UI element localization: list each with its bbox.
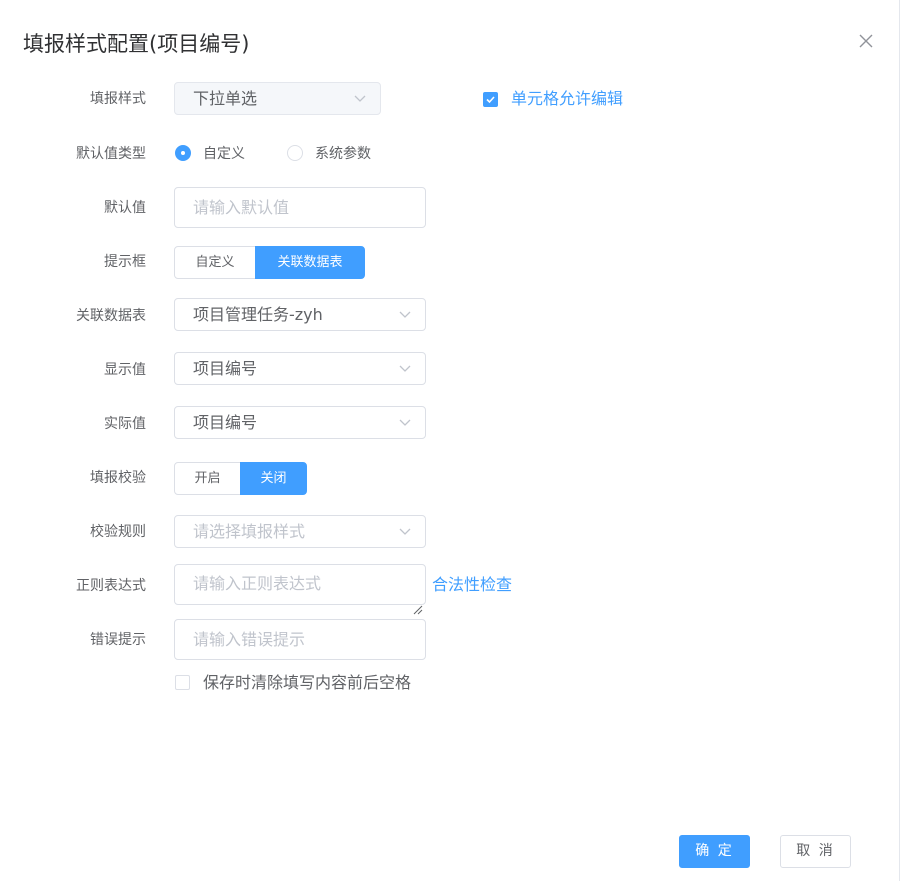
display-value-select[interactable]: 项目编号 [174, 352, 426, 385]
fill-style-select[interactable]: 下拉单选 [174, 82, 381, 115]
close-icon[interactable] [856, 31, 876, 51]
check-icon [486, 96, 495, 104]
fill-style-value: 下拉单选 [193, 89, 258, 108]
cancel-button[interactable]: 取 消 [780, 835, 851, 868]
display-value-value: 项目编号 [193, 359, 258, 378]
chevron-down-icon [399, 365, 411, 373]
radio-custom[interactable] [175, 145, 191, 161]
config-dialog: 填报样式配置(项目编号) 填报样式 下拉单选 单元格允许编辑 默认值类型 自定义… [0, 0, 900, 881]
regex-label: 正则表达式 [76, 578, 146, 594]
validation-rule-select[interactable]: 请选择填报样式 [174, 515, 426, 548]
trim-on-save-label[interactable]: 保存时清除填写内容前后空格 [203, 672, 411, 694]
error-hint-input[interactable]: 请输入错误提示 [174, 619, 426, 660]
linked-table-label: 关联数据表 [76, 308, 146, 324]
hint-box-label: 提示框 [104, 254, 146, 270]
error-hint-placeholder: 请输入错误提示 [193, 630, 306, 649]
default-type-label: 默认值类型 [76, 146, 146, 162]
display-value-label: 显示值 [104, 362, 146, 378]
validation-label: 填报校验 [90, 470, 146, 486]
cell-editable-checkbox[interactable] [483, 92, 498, 107]
validation-on-button[interactable]: 开启 [174, 462, 241, 495]
default-value-label: 默认值 [104, 200, 146, 216]
linked-table-select[interactable]: 项目管理任务-zyh [174, 298, 426, 331]
chevron-down-icon [399, 311, 411, 319]
actual-value-label: 实际值 [104, 416, 146, 432]
chevron-down-icon [399, 528, 411, 536]
hint-custom-button[interactable]: 自定义 [174, 246, 256, 279]
regex-placeholder: 请输入正则表达式 [193, 574, 322, 593]
linked-table-value: 项目管理任务-zyh [193, 305, 323, 324]
radio-system-param[interactable] [287, 145, 303, 161]
regex-check-link[interactable]: 合法性检查 [432, 574, 512, 596]
validation-off-button[interactable]: 关闭 [240, 462, 307, 495]
regex-textarea[interactable]: 请输入正则表达式 [174, 564, 426, 615]
confirm-button[interactable]: 确 定 [679, 835, 750, 868]
validation-rule-placeholder: 请选择填报样式 [193, 522, 306, 541]
default-value-placeholder: 请输入默认值 [193, 198, 290, 217]
chevron-down-icon [354, 95, 366, 103]
hint-linked-table-button[interactable]: 关联数据表 [255, 246, 365, 279]
chevron-down-icon [399, 419, 411, 427]
default-value-input[interactable]: 请输入默认值 [174, 187, 426, 228]
cell-editable-label[interactable]: 单元格允许编辑 [511, 88, 623, 110]
trim-on-save-checkbox[interactable] [175, 675, 190, 690]
validation-rule-label: 校验规则 [90, 524, 146, 540]
error-hint-label: 错误提示 [90, 632, 146, 648]
fill-style-label: 填报样式 [90, 91, 146, 107]
actual-value-value: 项目编号 [193, 413, 258, 432]
dialog-title: 填报样式配置(项目编号) [23, 32, 250, 56]
radio-custom-label[interactable]: 自定义 [203, 144, 245, 164]
radio-system-param-label[interactable]: 系统参数 [315, 144, 371, 164]
actual-value-select[interactable]: 项目编号 [174, 406, 426, 439]
resize-handle-icon[interactable] [412, 591, 423, 615]
